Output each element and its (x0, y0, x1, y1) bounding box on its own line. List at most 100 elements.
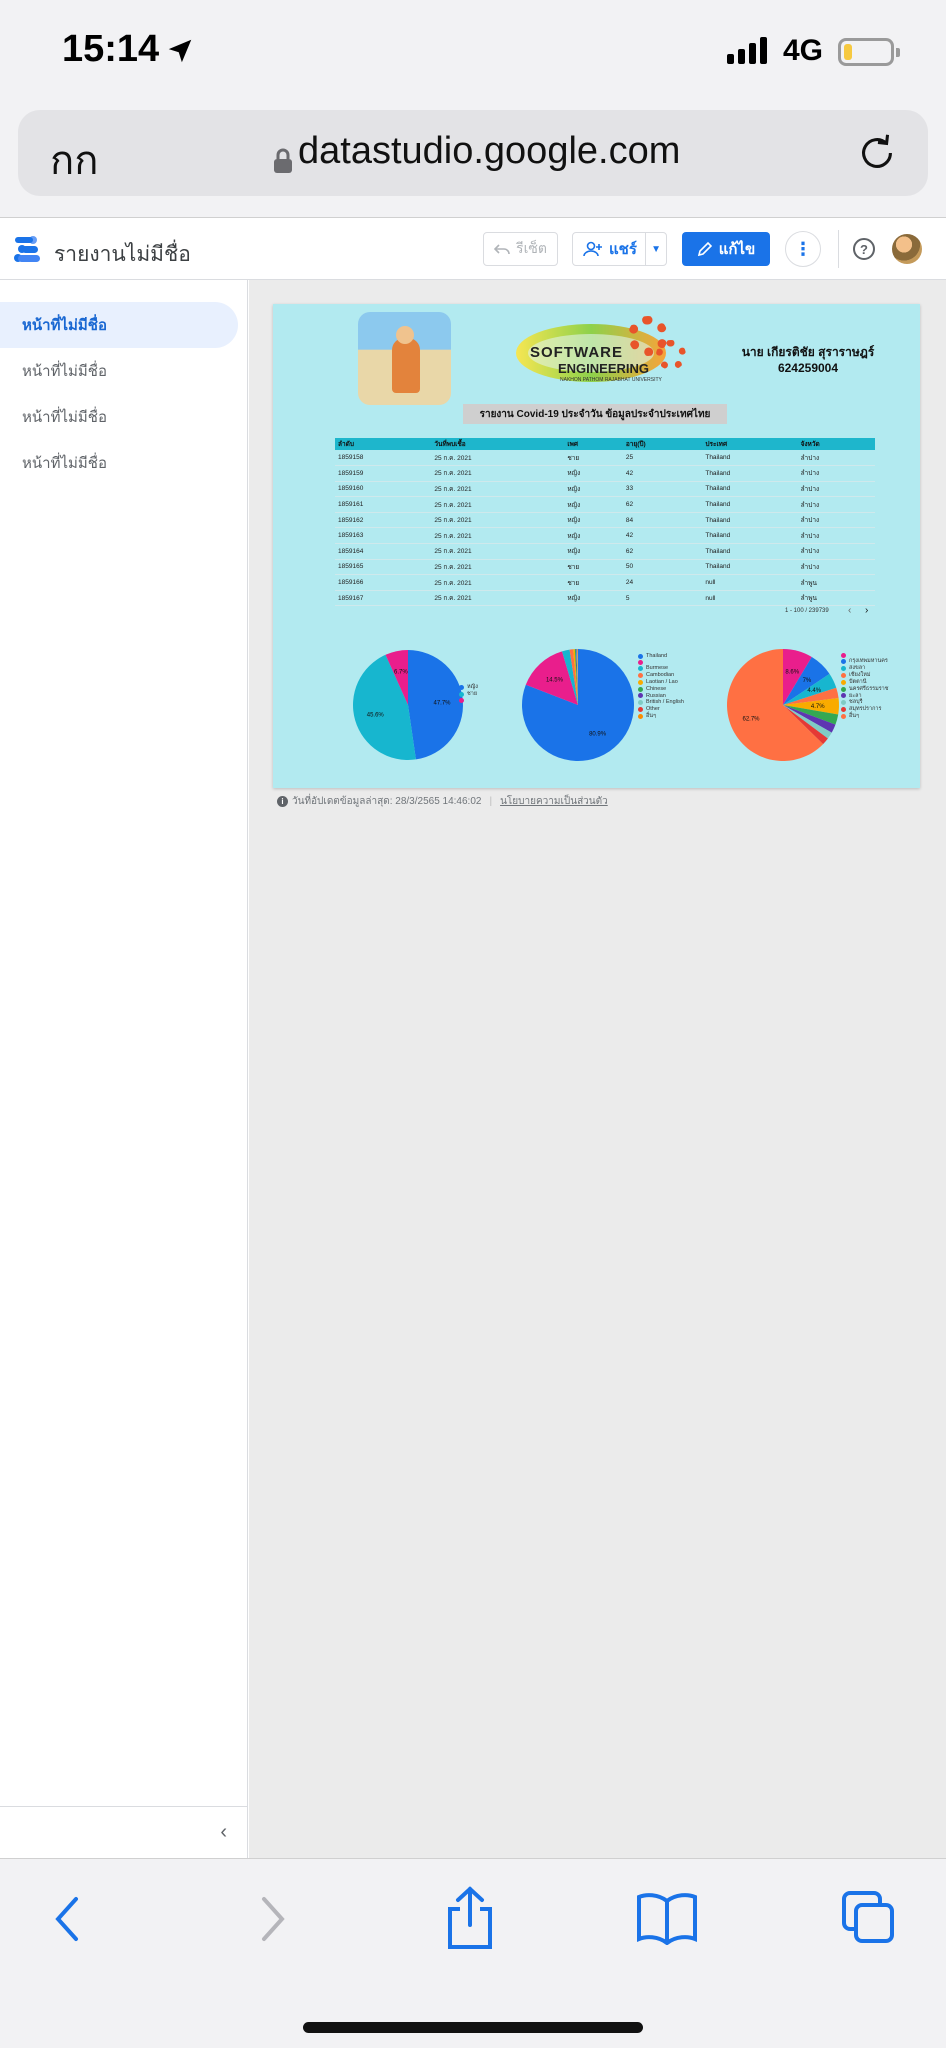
avatar[interactable] (892, 234, 922, 264)
next-page-chevron-icon[interactable]: › (865, 605, 868, 616)
status-time: 15:14 (62, 28, 160, 70)
reset-button[interactable]: รีเซ็ต (483, 232, 558, 266)
sidebar-page-3[interactable]: หน้าที่ไม่มีชื่อ (0, 394, 238, 440)
legend-swatch (841, 714, 846, 720)
table-cell: 84 (622, 512, 703, 529)
legend-item[interactable]: British / English (638, 699, 684, 706)
legend-swatch (841, 700, 846, 706)
legend-item[interactable]: Russian (638, 693, 684, 700)
legend-swatch (459, 697, 464, 703)
pie-data-label: 7% (803, 678, 812, 684)
legend-swatch (841, 693, 846, 699)
app-header: รายงานไม่มีชื่อ รีเซ็ต แชร์ ▼ แก้ไข ⋮ ? (0, 218, 946, 280)
table-row: 1859158 25 ก.ค. 2021 ชาย 25 Thailand ลำปาง (335, 450, 875, 467)
page-navigation-sidebar: หน้าที่ไม่มีชื่อ หน้าที่ไม่มีชื่อ หน้าที… (0, 280, 248, 1858)
table-cell: 50 (622, 559, 703, 576)
table-cell: ลำปาง (797, 527, 875, 545)
legend-label: กรุงเทพมหานคร (849, 658, 888, 664)
legend-swatch (841, 679, 846, 685)
table-row: 1859166 25 ก.ค. 2021 ชาย 24 null ลำพูน (335, 574, 875, 591)
table-header-cell[interactable]: ลำดับ (335, 438, 432, 450)
table-cell: null (702, 590, 798, 607)
privacy-policy-link[interactable]: นโยบายความเป็นส่วนตัว (500, 794, 608, 809)
legend-item[interactable]: Cambodian (638, 672, 684, 679)
table-cell: Thailand (702, 559, 798, 576)
network-type: 4G (783, 34, 824, 67)
sidebar-page-4[interactable]: หน้าที่ไม่มีชื่อ (0, 440, 238, 486)
legend-item[interactable]: ชาย (459, 691, 478, 698)
legend-item[interactable]: Other (638, 706, 684, 713)
sidebar-page-2[interactable]: หน้าที่ไม่มีชื่อ (0, 348, 238, 394)
province-pie-legend: กรุงเทพมหานคร สงขลา เชียงใหม่ ปัตตานี นครศรี… (841, 653, 889, 720)
legend-item[interactable]: หญิง (459, 684, 478, 691)
table-header-cell[interactable]: ประเทศ (702, 438, 798, 450)
legend-item[interactable]: อื่นๆ (638, 713, 684, 720)
legend-label: British / English (646, 699, 684, 706)
table-cell: Thailand (702, 543, 798, 560)
table-header-cell[interactable]: เพศ (564, 438, 623, 450)
table-cell: Thailand (702, 465, 798, 482)
browser-address-area: กก datastudio.google.com (0, 100, 946, 218)
share-dropdown-chevron-icon[interactable]: ▼ (646, 244, 666, 255)
reload-icon[interactable] (854, 130, 900, 176)
table-cell: ลำพูน (797, 574, 875, 591)
legend-item[interactable]: เชียงใหม่ (841, 672, 889, 679)
table-header-cell[interactable]: จังหวัด (797, 438, 875, 450)
legend-item[interactable]: Chinese (638, 686, 684, 693)
table-cell: 25 ก.ค. 2021 (431, 496, 565, 513)
legend-item[interactable] (459, 697, 478, 703)
table-row: 1859164 25 ก.ค. 2021 หญิง 62 Thailand ลำปาง (335, 543, 875, 560)
pie-data-label: 62.7% (742, 716, 760, 722)
table-cell: 25 ก.ค. 2021 (431, 481, 565, 498)
legend-swatch (459, 684, 464, 690)
table-cell: 25 ก.ค. 2021 (431, 450, 565, 467)
table-cell: 1859163 (335, 527, 432, 545)
more-options-button[interactable]: ⋮ (785, 231, 821, 267)
table-cell: 25 (622, 450, 703, 467)
bookmarks-book-icon[interactable] (636, 1891, 698, 1945)
table-row: 1859160 25 ก.ค. 2021 หญิง 33 Thailand ลำปาง (335, 481, 875, 498)
collapse-sidebar-chevron-icon[interactable]: ‹ (220, 1821, 227, 1844)
lock-icon (274, 148, 292, 173)
legend-item[interactable]: Thailand (638, 653, 684, 660)
location-arrow-icon (168, 39, 192, 63)
legend-label: นครศรีธรรมราช (849, 685, 889, 692)
prev-page-chevron-icon[interactable]: ‹ (848, 605, 851, 616)
table-cell: Thailand (702, 496, 798, 513)
forward-chevron-icon[interactable] (252, 1889, 292, 1949)
back-chevron-icon[interactable] (48, 1889, 88, 1949)
author-id: 624259004 (777, 361, 839, 375)
author-name: นาย เกียรติชัย สุราราษฎร์ (741, 345, 875, 359)
legend-swatch (638, 700, 643, 706)
tabs-icon[interactable] (840, 1889, 896, 1945)
table-cell: 25 ก.ค. 2021 (431, 543, 565, 560)
legend-item[interactable]: อื่นๆ (841, 713, 889, 720)
table-cell: 25 ก.ค. 2021 (431, 559, 565, 576)
legend-item[interactable]: สงขลา (841, 665, 889, 672)
legend-item[interactable]: ปัตตานี (841, 679, 889, 686)
legend-item[interactable]: Laotian / Lao (638, 679, 684, 686)
sidebar-page-1[interactable]: หน้าที่ไม่มีชื่อ (0, 302, 238, 348)
address-bar[interactable]: กก datastudio.google.com (18, 110, 928, 196)
table-cell: Thailand (702, 481, 798, 498)
share-sheet-icon[interactable] (442, 1885, 498, 1951)
reader-text-size-button[interactable]: กก (50, 128, 98, 192)
report-title[interactable]: รายงานไม่มีชื่อ (54, 238, 191, 271)
share-button[interactable]: แชร์ ▼ (572, 232, 667, 266)
legend-item[interactable]: กรุงเทพมหานคร (841, 658, 889, 665)
legend-item[interactable]: นครศรีธรรมราช (841, 686, 889, 693)
table-header-cell[interactable]: วันที่พบเชื้อ (431, 438, 565, 450)
table-row: 1859162 25 ก.ค. 2021 หญิง 84 Thailand ลำปาง (335, 512, 875, 529)
edit-button[interactable]: แก้ไข (682, 232, 770, 266)
table-header-cell[interactable]: อายุ(ปี) (622, 438, 703, 450)
legend-item[interactable]: Burmese (638, 665, 684, 672)
legend-label: อื่นๆ (849, 713, 860, 720)
logo-text-software: SOFTWARE (530, 344, 623, 361)
legend-label: ปัตตานี (849, 678, 867, 685)
table-cell: 42 (622, 465, 703, 482)
reset-label: รีเซ็ต (516, 240, 547, 256)
pie-data-label: 8.6% (785, 670, 799, 676)
legend-swatch (638, 665, 643, 671)
author-block: นาย เกียรติชัย สุราราษฎร์ 624259004 (733, 344, 883, 376)
help-icon[interactable]: ? (853, 238, 875, 260)
